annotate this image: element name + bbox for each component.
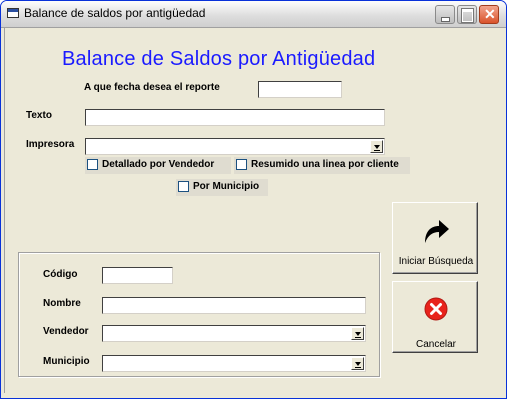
cancel-button[interactable]: Cancelar [392, 281, 478, 353]
close-icon: ✕ [484, 6, 496, 22]
cancel-x-icon [424, 297, 448, 321]
impresora-select[interactable] [85, 138, 385, 155]
codigo-input[interactable] [102, 267, 173, 284]
date-label: A que fecha desea el reporte [84, 82, 220, 93]
maximize-button[interactable] [457, 5, 477, 24]
report-date-input[interactable] [258, 81, 342, 98]
start-search-label: Iniciar Búsqueda [398, 256, 474, 267]
vendedor-dropdown-button[interactable] [351, 327, 364, 340]
municipio-option[interactable]: Por Municipio [176, 179, 268, 196]
resumido-checkbox[interactable] [236, 159, 247, 170]
vendedor-select[interactable] [102, 325, 366, 342]
municipio-select[interactable] [102, 355, 366, 372]
vendedor-label: Vendedor [43, 326, 89, 337]
municipio-label: Municipio [43, 356, 90, 367]
impresora-label: Impresora [26, 139, 75, 150]
start-search-button[interactable]: Iniciar Búsqueda [392, 202, 478, 274]
municipio-dropdown-button[interactable] [351, 357, 364, 370]
nombre-input[interactable] [102, 297, 366, 314]
close-button[interactable]: ✕ [479, 5, 499, 24]
municipio-option-label: Por Municipio [193, 181, 260, 192]
window-title: Balance de saldos por antigüedad [24, 6, 206, 20]
texto-input[interactable] [85, 109, 385, 126]
app-window-icon[interactable] [7, 8, 19, 18]
resumido-option[interactable]: Resumido una linea por cliente [234, 157, 410, 174]
cancel-label: Cancelar [415, 339, 457, 350]
municipio-checkbox[interactable] [178, 181, 189, 192]
chevron-down-icon [355, 362, 361, 368]
minimize-button[interactable] [435, 5, 455, 24]
page-title: Balance de Saldos por Antigüedad [62, 48, 376, 70]
forward-arrow-icon [425, 220, 449, 243]
chevron-down-icon [355, 332, 361, 338]
detallado-label: Detallado por Vendedor [102, 159, 215, 170]
detallado-option[interactable]: Detallado por Vendedor [85, 157, 231, 174]
resumido-label: Resumido una linea por cliente [251, 159, 399, 170]
chevron-down-icon [374, 145, 380, 151]
nombre-label: Nombre [43, 298, 81, 309]
impresora-dropdown-button[interactable] [370, 140, 383, 153]
title-bar[interactable]: Balance de saldos por antigüedad ✕ [1, 1, 506, 28]
texto-label: Texto [26, 110, 52, 121]
detallado-checkbox[interactable] [87, 159, 98, 170]
codigo-label: Código [43, 269, 78, 280]
